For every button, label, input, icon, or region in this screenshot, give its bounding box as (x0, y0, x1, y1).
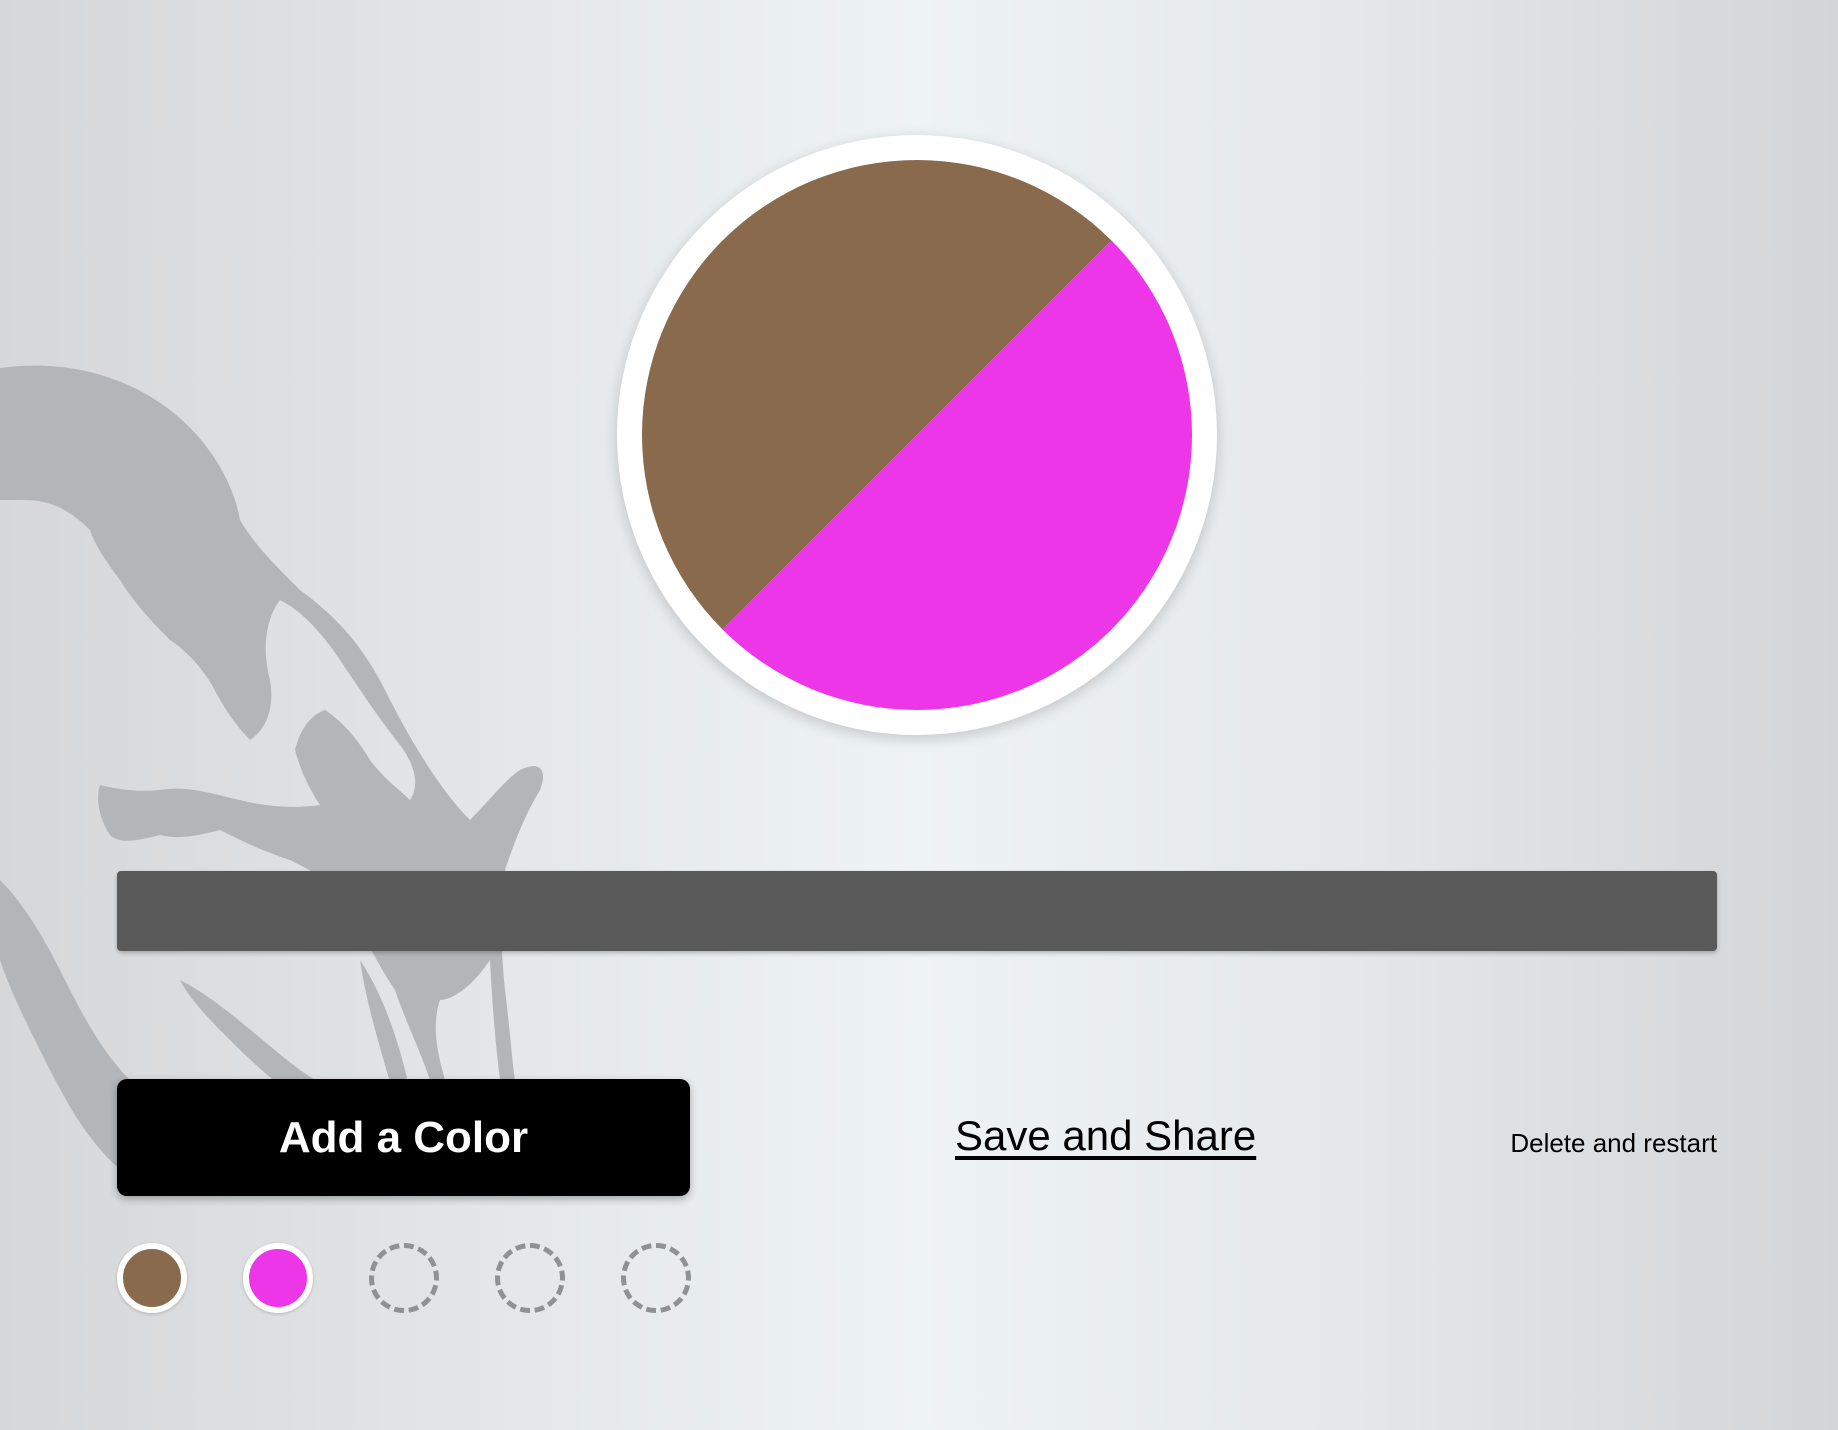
color-gradient-bar[interactable] (117, 871, 1717, 951)
color-swatch-2[interactable] (243, 1243, 313, 1313)
color-preview-circle (617, 135, 1217, 735)
delete-and-restart-link[interactable]: Delete and restart (1510, 1128, 1717, 1159)
empty-swatch-slot-5[interactable] (621, 1243, 691, 1313)
color-preview-pie (642, 160, 1192, 710)
color-swatch-1[interactable] (117, 1243, 187, 1313)
save-and-share-link[interactable]: Save and Share (955, 1112, 1256, 1160)
empty-swatch-slot-4[interactable] (495, 1243, 565, 1313)
empty-swatch-slot-3[interactable] (369, 1243, 439, 1313)
add-color-button[interactable]: Add a Color (117, 1079, 690, 1196)
